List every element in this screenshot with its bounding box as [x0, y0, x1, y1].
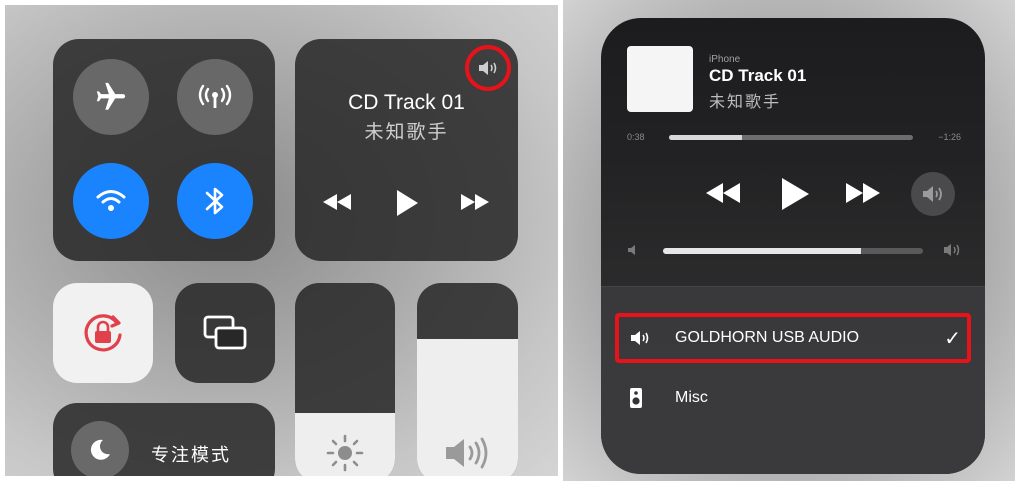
bluetooth-button[interactable] [177, 163, 253, 239]
speaker-box-icon [630, 388, 642, 408]
wifi-icon [96, 190, 126, 211]
remaining-time: −1:26 [938, 132, 961, 142]
fast-forward-button[interactable] [841, 176, 885, 210]
audio-device-list: GOLDHORN USB AUDIO ✓ Misc [601, 286, 985, 474]
rewind-icon [706, 183, 740, 203]
volume-icon-wrap [417, 433, 518, 473]
highlight-box [615, 313, 971, 363]
airplay-card: iPhone CD Track 01 未知歌手 0:38 −1:26 GOLDH… [601, 18, 985, 474]
screen-mirroring-button[interactable] [175, 283, 275, 383]
volume-high-icon [944, 244, 960, 256]
moon-icon [90, 439, 110, 460]
track-title: CD Track 01 [348, 91, 465, 114]
audio-output-button[interactable] [469, 49, 507, 87]
focus-mode-tile[interactable]: 专注模式 [53, 403, 275, 476]
device-name: Misc [675, 389, 708, 406]
cellular-data-button[interactable] [177, 59, 253, 135]
track-title: CD Track 01 [709, 66, 807, 85]
rewind-button[interactable] [701, 176, 745, 210]
fast-forward-icon [846, 183, 880, 203]
bluetooth-icon [205, 187, 224, 215]
device-row-misc[interactable]: Misc [601, 375, 985, 421]
rewind-icon [323, 194, 351, 210]
airplane-icon [96, 82, 126, 110]
speaker-icon [445, 437, 487, 469]
brightness-slider[interactable] [295, 283, 395, 476]
rotation-lock-button[interactable] [53, 283, 153, 383]
focus-mode-button[interactable] [71, 421, 129, 476]
sun-icon [326, 434, 364, 472]
airplane-mode-button[interactable] [73, 59, 149, 135]
volume-slider[interactable] [417, 283, 518, 476]
volume-slider[interactable] [663, 248, 923, 254]
fast-forward-icon [461, 194, 489, 210]
play-icon [397, 190, 418, 216]
wifi-button[interactable] [73, 163, 149, 239]
fast-forward-button[interactable] [455, 187, 495, 217]
playback-scrubber[interactable] [669, 135, 913, 140]
track-artist: 未知歌手 [364, 122, 449, 143]
play-button[interactable] [387, 183, 427, 223]
brightness-icon-wrap [295, 433, 395, 473]
cellular-icon [198, 84, 232, 108]
play-icon [782, 178, 809, 210]
control-center-panel: CD Track 01 未知歌手 专注模式 [5, 5, 558, 476]
rotation-lock-icon [84, 314, 122, 352]
speaker-icon [479, 61, 497, 75]
playback-progress-fill [669, 135, 743, 140]
volume-low-icon [628, 245, 635, 255]
audio-output-button[interactable] [911, 172, 955, 216]
track-artist: 未知歌手 [709, 94, 782, 111]
volume-level-fill [663, 248, 861, 254]
elapsed-time: 0:38 [627, 132, 645, 142]
focus-mode-label: 专注模式 [151, 445, 231, 465]
play-button[interactable] [773, 172, 817, 216]
now-playing-tile[interactable]: CD Track 01 未知歌手 [295, 39, 518, 261]
rewind-button[interactable] [317, 187, 357, 217]
audio-output-panel: iPhone CD Track 01 未知歌手 0:38 −1:26 GOLDH… [563, 0, 1015, 481]
screen-mirroring-icon [203, 315, 247, 350]
album-artwork [627, 46, 693, 112]
speaker-icon [923, 186, 942, 202]
source-device-label: iPhone [709, 54, 741, 65]
connectivity-tile [53, 39, 275, 261]
